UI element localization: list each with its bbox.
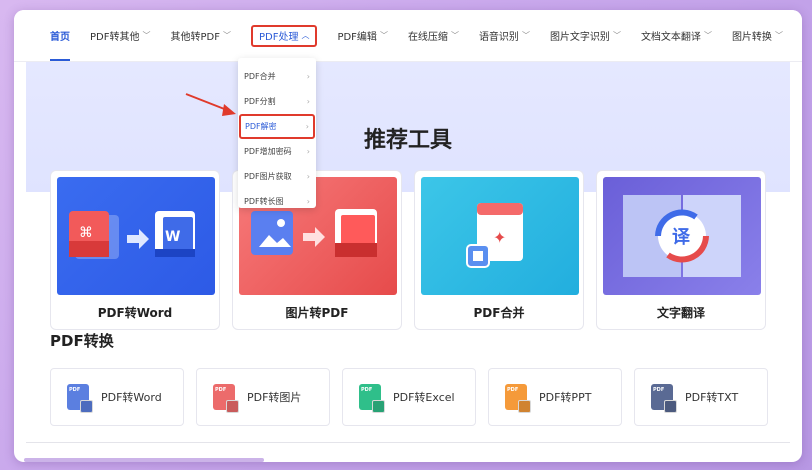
nav-item-label: PDF编辑: [337, 32, 377, 43]
nav-item-label: 图片转换: [731, 32, 772, 43]
top-nav: 首页 PDF转其他 ﹀ 其他转PDF ﹀ PDF处理 ︿ PDF编辑 ﹀ 在线压缩 ﹀ 语音识别 ﹀ 图片…: [14, 10, 802, 62]
pdf-convert-tools: PDF PDF转Word PDF PDF转图片 PDF PDF转Excel PDF PDF转P…: [50, 368, 770, 426]
nav-item-1[interactable]: PDF转其他 ﹀: [90, 10, 150, 61]
svg-text:✦: ✦: [493, 228, 506, 247]
chevron-down-icon: ﹀: [612, 31, 621, 40]
chevron-down-icon: ﹀: [774, 31, 783, 40]
chevron-right-icon: ›: [305, 122, 309, 131]
nav-item-2[interactable]: 其他转PDF ﹀: [170, 10, 230, 61]
chevron-right-icon: ›: [306, 72, 310, 81]
dropdown-item-label: PDF图片获取: [244, 172, 292, 181]
pdf-file-icon-tag: PDF: [69, 387, 81, 393]
pdf-merge-icon: ✦: [421, 177, 579, 295]
tool-4[interactable]: PDF PDF转TXT: [634, 368, 768, 426]
chevron-right-icon: ›: [306, 172, 310, 181]
app-window: 首页 PDF转其他 ﹀ 其他转PDF ﹀ PDF处理 ︿ PDF编辑 ﹀ 在线压缩 ﹀ 语音识别 ﹀ 图片…: [14, 10, 802, 462]
pdf-file-icon: PDF: [651, 384, 673, 410]
tool-0[interactable]: PDF PDF转Word: [50, 368, 184, 426]
pdf-file-icon: PDF: [213, 384, 235, 410]
nav-item-label: 在线压缩: [407, 32, 448, 43]
card-label: 文字翻译: [656, 306, 705, 320]
text-translate-icon: 译: [603, 177, 761, 295]
red-arrow-icon: [185, 93, 236, 116]
dropdown-item-3[interactable]: PDF增加密码 ›: [238, 139, 316, 164]
pdf-file-icon-tag: PDF: [215, 387, 227, 393]
tool-label: PDF转Excel: [393, 391, 455, 404]
nav-item-label: PDF处理: [258, 32, 299, 43]
svg-text:⌘: ⌘: [79, 225, 93, 241]
dropdown-item-label: PDF转长图: [244, 197, 284, 206]
nav-item-label: 文档文本翻译: [640, 32, 701, 43]
dropdown-item-0[interactable]: PDF合并 ›: [238, 64, 316, 89]
nav-item-6[interactable]: 语音识别 ﹀: [479, 10, 530, 61]
card-label: PDF合并: [473, 306, 525, 320]
nav-item-8[interactable]: 文档文本翻译 ﹀: [641, 10, 712, 61]
card-label: PDF转Word: [97, 306, 173, 320]
svg-text:W: W: [165, 229, 180, 245]
pdf-file-icon-tag: PDF: [361, 387, 373, 393]
dropdown-item-1[interactable]: PDF分割 ›: [238, 89, 316, 114]
chevron-right-icon: ›: [306, 97, 310, 106]
recommended-tools: ⌘ W PDF转Word 图片转PDF ✦ PDF合并 译 文字翻译: [50, 170, 770, 330]
dropdown-item-label: PDF解密: [245, 122, 277, 131]
nav-item-7[interactable]: 图片文字识别 ﹀: [550, 10, 621, 61]
translate-glyph: 译: [672, 227, 691, 248]
dropdown-item-2[interactable]: PDF解密 ›: [239, 114, 315, 139]
scrollbar[interactable]: [24, 458, 264, 462]
nav-item-0[interactable]: 首页: [50, 10, 70, 61]
pdf-file-icon-tag: PDF: [507, 387, 519, 393]
pdf-file-icon: PDF: [505, 384, 527, 410]
tool-label: PDF转PPT: [539, 391, 592, 404]
tool-label: PDF转Word: [101, 391, 162, 404]
dropdown-item-label: PDF增加密码: [244, 147, 292, 156]
nav-item-label: 语音识别: [478, 32, 519, 43]
nav-item-3[interactable]: PDF处理 ︿: [250, 24, 318, 47]
tool-1[interactable]: PDF PDF转图片: [196, 368, 330, 426]
tool-label: PDF转图片: [247, 391, 302, 404]
hero-title: 推荐工具: [363, 128, 452, 153]
chevron-down-icon: ﹀: [142, 31, 151, 40]
card-pdf-merge[interactable]: ✦ PDF合并: [414, 170, 584, 330]
tool-2[interactable]: PDF PDF转Excel: [342, 368, 476, 426]
chevron-down-icon: ﹀: [222, 31, 231, 40]
nav-item-label: 首页: [50, 32, 70, 43]
dropdown-item-label: PDF分割: [244, 97, 276, 106]
pdf-process-dropdown: PDF合并 › PDF分割 › PDF解密 › PDF增加密码 › PDF图片获取 › PDF转长图…: [238, 58, 316, 208]
nav-item-label: 图片文字识别: [549, 32, 610, 43]
card-text-translate[interactable]: 译 文字翻译: [596, 170, 766, 330]
chevron-down-icon: ﹀: [379, 31, 388, 40]
dropdown-item-label: PDF合并: [244, 72, 276, 81]
tool-label: PDF转TXT: [685, 391, 739, 404]
chevron-right-icon: ›: [306, 197, 310, 206]
dropdown-item-4[interactable]: PDF图片获取 ›: [238, 164, 316, 189]
dropdown-item-5[interactable]: PDF转长图 ›: [238, 189, 316, 214]
pdf-file-icon: PDF: [359, 384, 381, 410]
pdf-to-word-icon: ⌘ W: [57, 177, 215, 295]
nav-item-4[interactable]: PDF编辑 ﹀: [337, 10, 387, 61]
chevron-down-icon: ﹀: [703, 31, 712, 40]
chevron-down-icon: ﹀: [521, 31, 530, 40]
nav-item-9[interactable]: 图片转换 ﹀: [732, 10, 783, 61]
card-pdf-to-word[interactable]: ⌘ W PDF转Word: [50, 170, 220, 330]
pdf-file-icon: PDF: [67, 384, 89, 410]
pdf-file-icon-tag: PDF: [653, 387, 665, 393]
chevron-up-icon: ︿: [301, 31, 310, 40]
card-label: 图片转PDF: [285, 306, 349, 320]
nav-item-label: 其他转PDF: [170, 32, 220, 43]
chevron-right-icon: ›: [306, 147, 310, 156]
nav-item-label: PDF转其他: [90, 32, 140, 43]
nav-item-5[interactable]: 在线压缩 ﹀: [408, 10, 459, 61]
section-title: PDF转换: [50, 332, 114, 350]
chevron-down-icon: ﹀: [450, 31, 459, 40]
divider: [26, 442, 790, 443]
tool-3[interactable]: PDF PDF转PPT: [488, 368, 622, 426]
